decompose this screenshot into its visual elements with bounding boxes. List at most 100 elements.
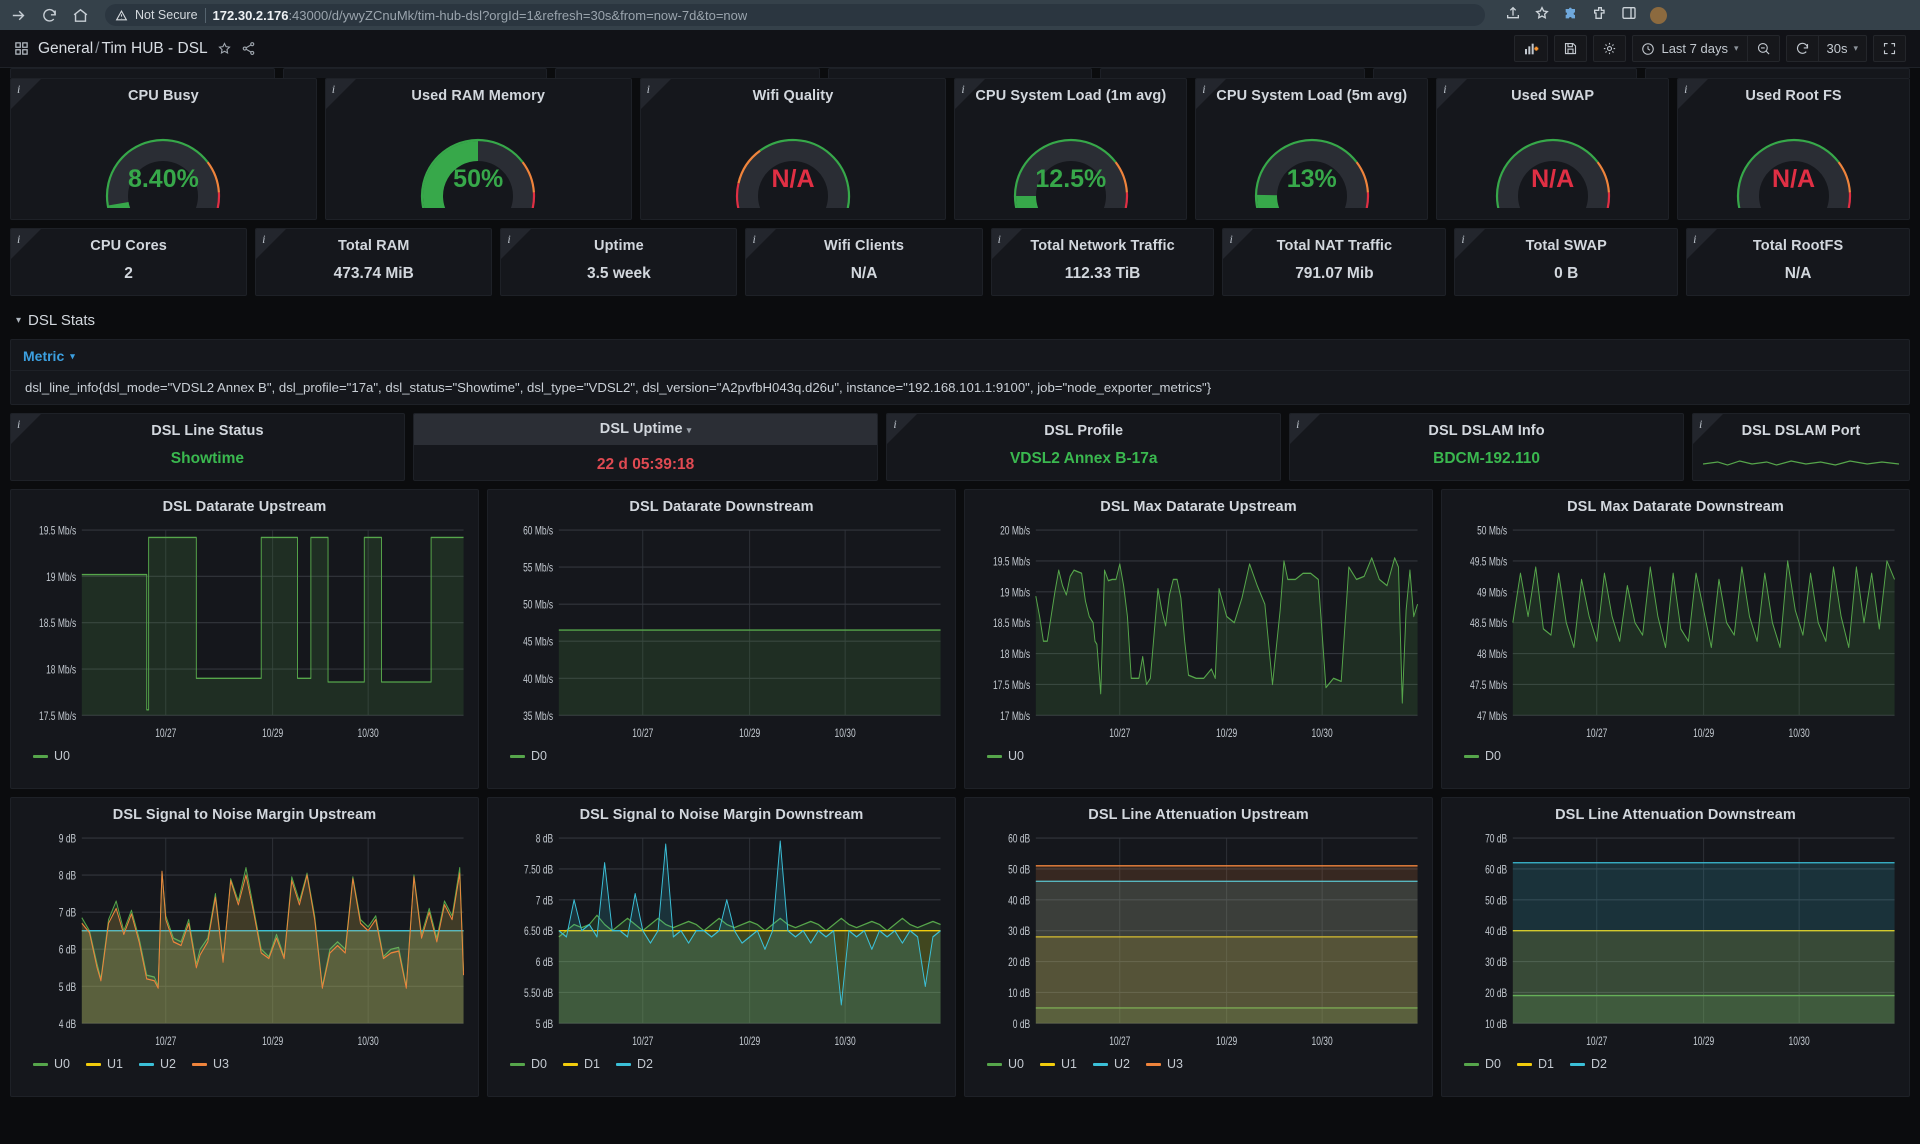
panel-info-icon[interactable]: i <box>647 82 650 97</box>
legend-item[interactable]: D0 <box>510 1057 547 1071</box>
legend-item[interactable]: D0 <box>1464 1057 1501 1071</box>
stat-panel[interactable]: i Total NAT Traffic 791.07 Mib <box>1222 228 1447 296</box>
panel-info-icon[interactable]: i <box>1693 232 1696 247</box>
dsl-info-panel[interactable]: i DSL DSLAM Info BDCM-192.110 <box>1289 413 1684 481</box>
legend-item[interactable]: D1 <box>1516 1057 1554 1071</box>
gauge-panel[interactable]: i Used Root FS N/A <box>1677 78 1911 220</box>
legend-item[interactable]: D2 <box>615 1057 653 1071</box>
graph-plot-area[interactable]: 17.5 Mb/s 18 Mb/s 18.5 Mb/s 19 Mb/s 19.5 Mb/… <box>11 515 478 747</box>
panel-info-icon[interactable]: i <box>262 232 265 247</box>
dsl-info-panel[interactable]: i DSL Line Status Showtime <box>10 413 405 481</box>
graph-panel[interactable]: DSL Signal to Noise Margin Upstream 4 dB 5… <box>10 797 479 1097</box>
gauge-panel[interactable]: i Used SWAP N/A <box>1436 78 1670 220</box>
panel-info-icon[interactable]: i <box>507 232 510 247</box>
gauge-panel[interactable]: i Wifi Quality N/A <box>639 78 947 220</box>
legend-item[interactable]: U1 <box>1039 1057 1077 1071</box>
graph-panel[interactable]: DSL Datarate Downstream 35 Mb/s 40 Mb/s 45 … <box>487 489 956 789</box>
refresh-interval-picker[interactable]: 30s ▾ <box>1818 35 1867 62</box>
graph-panel[interactable]: DSL Max Datarate Upstream 17 Mb/s 17.5 Mb/… <box>964 489 1433 789</box>
graph-panel[interactable]: DSL Line Attenuation Upstream 0 dB 10 dB 20… <box>964 797 1433 1097</box>
graph-panel[interactable]: DSL Line Attenuation Downstream 10 dB 20 d… <box>1441 797 1910 1097</box>
dashboard-settings-button[interactable] <box>1593 35 1627 62</box>
favorite-star-icon[interactable] <box>217 41 232 56</box>
metric-variable-selector[interactable]: Metric ▾ <box>11 340 1909 370</box>
panel-info-icon[interactable]: i <box>961 82 964 97</box>
panel-info-icon[interactable]: i <box>1699 417 1702 432</box>
stat-panel[interactable]: i Total RAM 473.74 MiB <box>255 228 493 296</box>
graph-plot-area[interactable]: 17 Mb/s 17.5 Mb/s 18 Mb/s 18.5 Mb/s 19 Mb/s 1… <box>965 515 1432 747</box>
stat-panel[interactable]: i Total RootFS N/A <box>1686 228 1910 296</box>
panel-info-icon[interactable]: i <box>17 82 20 97</box>
extensions-icon[interactable] <box>1592 5 1608 26</box>
legend-item[interactable]: U0 <box>987 1057 1024 1071</box>
graph-plot-area[interactable]: 0 dB 10 dB 20 dB 30 dB 40 dB 50 dB 60 dB 10/27 1… <box>965 823 1432 1055</box>
time-range-picker[interactable]: Last 7 days ▾ <box>1632 35 1748 62</box>
panel-title[interactable]: DSL Uptime ▾ <box>413 414 878 445</box>
share-dashboard-icon[interactable] <box>241 41 256 56</box>
panel-info-icon[interactable]: i <box>752 232 755 247</box>
forward-icon[interactable] <box>10 7 27 24</box>
legend-item[interactable]: D2 <box>1569 1057 1607 1071</box>
panel-info-icon[interactable]: i <box>893 417 896 432</box>
gauge-panel[interactable]: i CPU System Load (1m avg) 12.5% <box>954 78 1188 220</box>
graph-plot-area[interactable]: 47 Mb/s 47.5 Mb/s 48 Mb/s 48.5 Mb/s 49 Mb/s 4… <box>1442 515 1909 747</box>
legend-item[interactable]: U3 <box>1145 1057 1183 1071</box>
panel-info-icon[interactable]: i <box>1443 82 1446 97</box>
legend-item[interactable]: U0 <box>33 749 70 763</box>
stat-panel[interactable]: i CPU Cores 2 <box>10 228 248 296</box>
dsl-info-panel[interactable]: DSL Uptime ▾ 22 d 05:39:18 <box>412 413 879 481</box>
graph-plot-area[interactable]: 5 dB 5.50 dB 6 dB 6.50 dB 7 dB 7.50 dB 8 dB 10/… <box>488 823 955 1055</box>
graph-plot-area[interactable]: 4 dB 5 dB 6 dB 7 dB 8 dB 9 dB 10/27 10/29 10/30 <box>11 823 478 1055</box>
add-panel-button[interactable] <box>1514 35 1549 62</box>
share-icon[interactable] <box>1505 5 1521 26</box>
extension-puzzle-icon[interactable] <box>1563 5 1579 26</box>
panel-info-icon[interactable]: i <box>1296 417 1299 432</box>
kiosk-mode-button[interactable] <box>1873 35 1906 62</box>
panel-info-icon[interactable]: i <box>1202 82 1205 97</box>
stat-panel[interactable]: i Uptime 3.5 week <box>500 228 738 296</box>
panel-info-icon[interactable]: i <box>1229 232 1232 247</box>
stat-panel[interactable]: i Total SWAP 0 B <box>1454 228 1679 296</box>
graph-plot-area[interactable]: 35 Mb/s 40 Mb/s 45 Mb/s 50 Mb/s 55 Mb/s 60 Mb… <box>488 515 955 747</box>
dsl-info-panel[interactable]: i DSL Profile VDSL2 Annex B-17a <box>886 413 1282 481</box>
svg-text:19 Mb/s: 19 Mb/s <box>1000 587 1030 600</box>
panel-info-icon[interactable]: i <box>1461 232 1464 247</box>
sidebar-panel-icon[interactable] <box>1621 5 1637 26</box>
graph-plot-area[interactable]: 10 dB 20 dB 30 dB 40 dB 50 dB 60 dB 70 dB 10/27… <box>1442 823 1909 1055</box>
profile-avatar[interactable] <box>1650 6 1667 24</box>
legend-item[interactable]: D0 <box>510 749 547 763</box>
legend-item[interactable]: U2 <box>1092 1057 1130 1071</box>
chevron-down-icon[interactable]: ▾ <box>687 425 692 435</box>
legend-item[interactable]: U0 <box>987 749 1024 763</box>
legend-item[interactable]: U2 <box>138 1057 176 1071</box>
legend-item[interactable]: U1 <box>85 1057 123 1071</box>
panel-info-icon[interactable]: i <box>17 417 20 432</box>
breadcrumb-folder[interactable]: General <box>38 40 93 57</box>
bookmark-star-icon[interactable] <box>1534 5 1550 26</box>
legend-item[interactable]: D0 <box>1464 749 1501 763</box>
address-bar[interactable]: Not Secure 172.30.2.176:43000/d/ywyZCnuM… <box>105 4 1485 26</box>
legend-item[interactable]: D1 <box>562 1057 600 1071</box>
panel-info-icon[interactable]: i <box>1684 82 1687 97</box>
home-icon[interactable] <box>72 7 89 24</box>
reload-icon[interactable] <box>41 7 58 24</box>
zoom-out-time-button[interactable] <box>1747 35 1780 62</box>
panel-info-icon[interactable]: i <box>332 82 335 97</box>
stat-panel[interactable]: i Wifi Clients N/A <box>745 228 983 296</box>
graph-panel[interactable]: DSL Signal to Noise Margin Downstream 5 d… <box>487 797 956 1097</box>
dsl-info-panel[interactable]: i DSL DSLAM Port <box>1691 413 1910 481</box>
refresh-button[interactable] <box>1785 35 1819 62</box>
stat-panel[interactable]: i Total Network Traffic 112.33 TiB <box>990 228 1215 296</box>
gauge-panel[interactable]: i CPU System Load (5m avg) 13% <box>1195 78 1429 220</box>
legend-item[interactable]: U0 <box>33 1057 70 1071</box>
section-header-dsl-stats[interactable]: ▾ DSL Stats <box>10 304 1910 339</box>
save-dashboard-button[interactable] <box>1554 35 1588 62</box>
breadcrumb-dashboard[interactable]: Tim HUB - DSL <box>101 40 207 57</box>
graph-panel[interactable]: DSL Datarate Upstream 17.5 Mb/s 18 Mb/s 18.… <box>10 489 479 789</box>
legend-item[interactable]: U3 <box>191 1057 229 1071</box>
graph-panel[interactable]: DSL Max Datarate Downstream 47 Mb/s 47.5 M… <box>1441 489 1910 789</box>
gauge-panel[interactable]: i CPU Busy 8.40% <box>10 78 317 220</box>
panel-info-icon[interactable]: i <box>998 232 1001 247</box>
gauge-panel[interactable]: i Used RAM Memory 50% <box>324 78 632 220</box>
panel-info-icon[interactable]: i <box>17 232 20 247</box>
